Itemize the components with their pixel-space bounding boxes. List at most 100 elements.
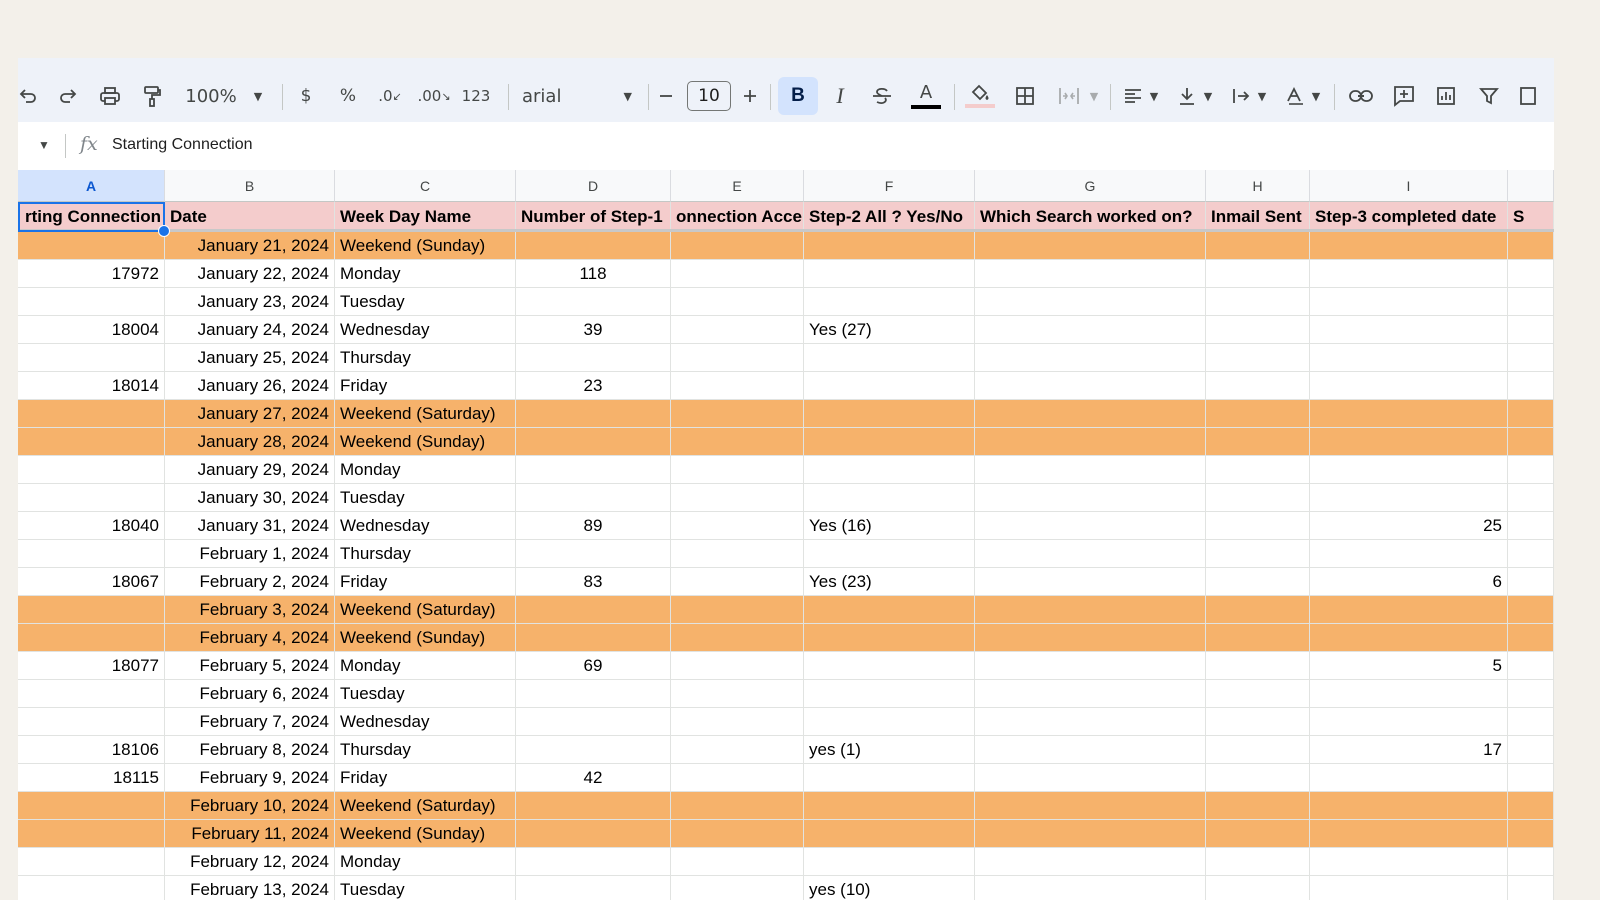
cell[interactable] [1206, 484, 1310, 511]
cell[interactable] [975, 344, 1206, 371]
cell[interactable] [671, 624, 804, 651]
cell[interactable] [1310, 792, 1508, 819]
cell[interactable] [671, 316, 804, 343]
cell[interactable] [975, 568, 1206, 595]
cell[interactable]: February 12, 2024 [165, 848, 335, 875]
cell[interactable] [1508, 428, 1554, 455]
cell[interactable] [1206, 232, 1310, 259]
cell[interactable] [671, 232, 804, 259]
cell[interactable] [804, 624, 975, 651]
cell[interactable] [516, 596, 671, 623]
percent-format-button[interactable]: % [338, 79, 358, 113]
cell[interactable]: February 3, 2024 [165, 596, 335, 623]
cell[interactable] [1310, 484, 1508, 511]
cell[interactable] [1206, 456, 1310, 483]
cell[interactable]: Tuesday [335, 484, 516, 511]
number-format-button[interactable]: 123 [461, 79, 491, 113]
fill-color-icon[interactable] [964, 79, 996, 113]
cell[interactable] [804, 680, 975, 707]
cell[interactable] [975, 736, 1206, 763]
cell[interactable] [18, 624, 165, 651]
cell[interactable] [1206, 624, 1310, 651]
cell[interactable]: February 1, 2024 [165, 540, 335, 567]
cell[interactable] [1206, 428, 1310, 455]
cell[interactable] [975, 680, 1206, 707]
cell[interactable] [671, 456, 804, 483]
cell[interactable]: Thursday [335, 540, 516, 567]
column-header-next[interactable] [1508, 170, 1554, 202]
cell[interactable] [975, 820, 1206, 847]
cell[interactable] [804, 232, 975, 259]
cell[interactable]: Monday [335, 456, 516, 483]
cell[interactable] [1508, 456, 1554, 483]
cell[interactable] [671, 848, 804, 875]
cell[interactable]: January 29, 2024 [165, 456, 335, 483]
zoom-select[interactable]: 100% [184, 79, 238, 113]
cell[interactable] [975, 624, 1206, 651]
currency-format-button[interactable]: $ [296, 79, 316, 113]
header-cell[interactable]: Week Day Name [335, 202, 516, 229]
cell[interactable]: January 26, 2024 [165, 372, 335, 399]
cell[interactable] [18, 820, 165, 847]
cell[interactable] [1206, 708, 1310, 735]
cell[interactable] [671, 792, 804, 819]
column-header-f[interactable]: F [804, 170, 975, 202]
cell[interactable] [804, 484, 975, 511]
cell[interactable] [1206, 344, 1310, 371]
cell[interactable] [1508, 764, 1554, 791]
column-header-g[interactable]: G [975, 170, 1206, 202]
cell[interactable]: Friday [335, 372, 516, 399]
cell[interactable] [975, 596, 1206, 623]
cell[interactable] [1508, 260, 1554, 287]
bold-button[interactable]: B [778, 77, 818, 115]
column-header-h[interactable]: H [1206, 170, 1310, 202]
cell[interactable]: Weekend (Saturday) [335, 792, 516, 819]
cell[interactable] [18, 456, 165, 483]
cell[interactable] [18, 484, 165, 511]
cell[interactable] [1206, 512, 1310, 539]
text-rotation-icon[interactable] [1284, 79, 1306, 113]
cell[interactable]: January 21, 2024 [165, 232, 335, 259]
insert-comment-icon[interactable] [1392, 79, 1416, 113]
cell[interactable]: January 30, 2024 [165, 484, 335, 511]
cell[interactable] [804, 260, 975, 287]
cell[interactable] [1206, 652, 1310, 679]
cell[interactable] [1508, 232, 1554, 259]
cell[interactable]: 18004 [18, 316, 165, 343]
cell[interactable] [671, 484, 804, 511]
cell[interactable]: February 8, 2024 [165, 736, 335, 763]
cell[interactable] [516, 400, 671, 427]
cell[interactable]: January 24, 2024 [165, 316, 335, 343]
cell[interactable]: 118 [516, 260, 671, 287]
italic-button[interactable]: I [830, 79, 850, 113]
cell[interactable]: January 27, 2024 [165, 400, 335, 427]
cell[interactable] [1508, 540, 1554, 567]
cell[interactable] [1310, 400, 1508, 427]
decrease-decimal-button[interactable]: .0 ↙ [376, 79, 404, 113]
cell[interactable] [18, 596, 165, 623]
cell[interactable]: January 28, 2024 [165, 428, 335, 455]
cell[interactable] [1206, 400, 1310, 427]
cell[interactable] [804, 540, 975, 567]
cell[interactable] [671, 820, 804, 847]
cell[interactable] [1206, 596, 1310, 623]
cell[interactable]: 5 [1310, 652, 1508, 679]
cell[interactable] [1206, 764, 1310, 791]
font-select[interactable]: arial ▼ [522, 79, 632, 113]
cell[interactable] [1508, 316, 1554, 343]
cell[interactable]: Wednesday [335, 316, 516, 343]
chevron-down-icon[interactable]: ▼ [1256, 79, 1268, 113]
chevron-down-icon[interactable]: ▼ [1310, 79, 1322, 113]
cell[interactable] [975, 260, 1206, 287]
cell[interactable] [516, 428, 671, 455]
cell[interactable]: Weekend (Sunday) [335, 820, 516, 847]
cell[interactable] [671, 876, 804, 900]
cell[interactable] [516, 792, 671, 819]
cell[interactable]: 18040 [18, 512, 165, 539]
cell[interactable] [516, 288, 671, 315]
cell[interactable] [516, 540, 671, 567]
cell[interactable] [1310, 456, 1508, 483]
cell[interactable] [975, 876, 1206, 900]
cell[interactable]: January 25, 2024 [165, 344, 335, 371]
cell[interactable]: Monday [335, 848, 516, 875]
